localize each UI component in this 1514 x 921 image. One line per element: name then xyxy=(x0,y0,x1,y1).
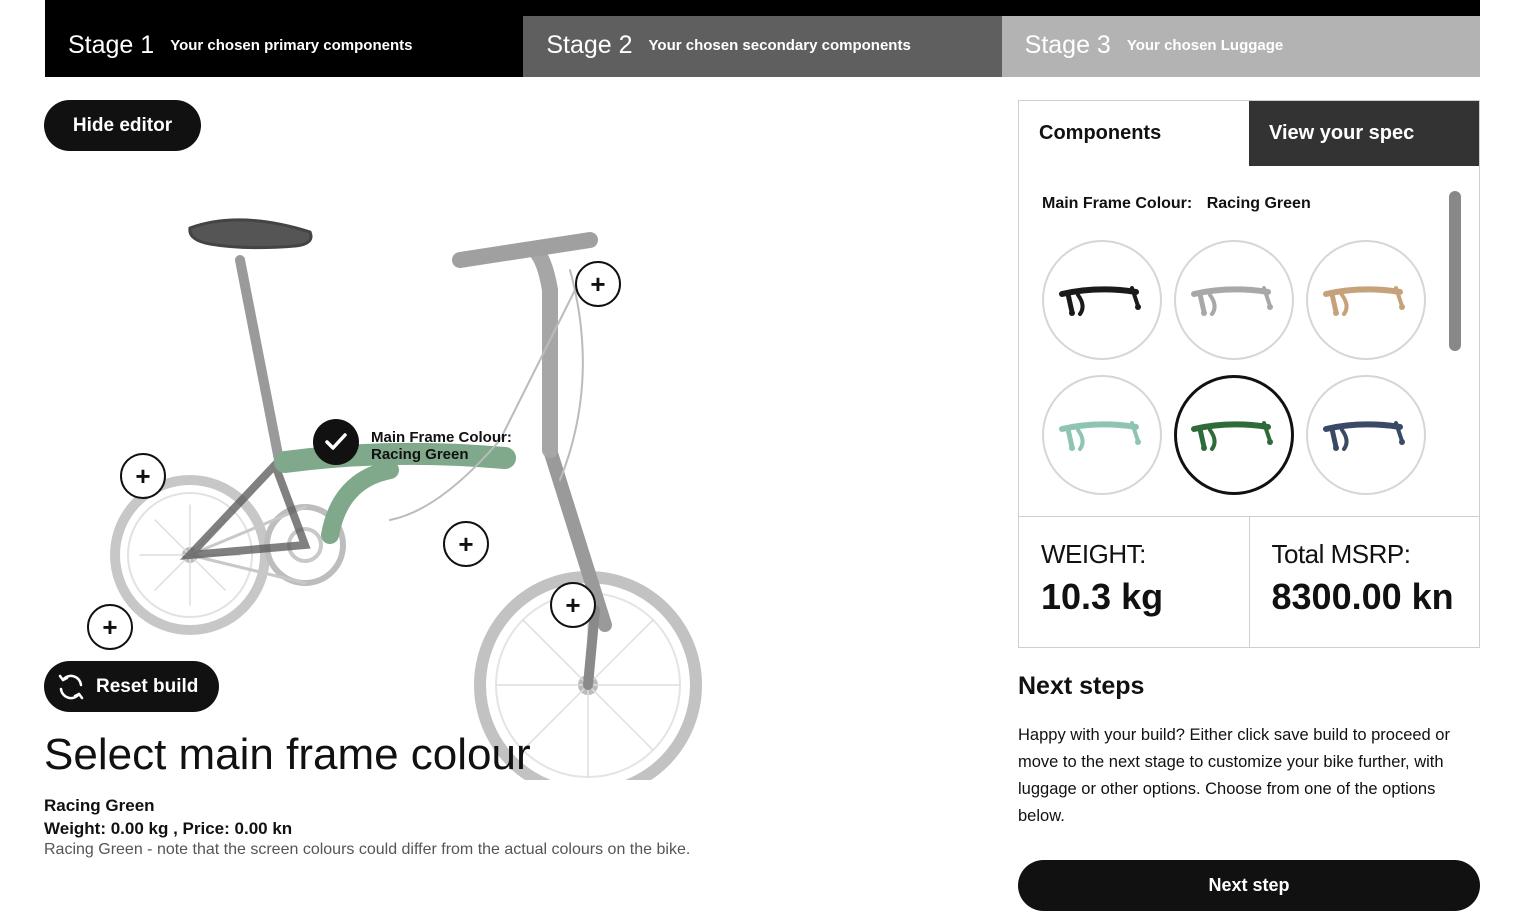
component-label-value: Racing Green xyxy=(1206,195,1311,212)
frame-colour-swatch[interactable] xyxy=(1306,240,1426,360)
frame-colour-label-title: Main Frame Colour: xyxy=(371,429,512,446)
hotspot-rear-wheel[interactable]: + xyxy=(87,604,133,650)
frame-colour-label: Main Frame Colour: Racing Green xyxy=(371,429,512,463)
frame-colour-swatch[interactable] xyxy=(1174,375,1294,495)
component-options: Main Frame Colour: Racing Green xyxy=(1019,166,1479,517)
frame-thumbnail-icon xyxy=(1059,286,1141,316)
frame-colour-swatch[interactable] xyxy=(1306,375,1426,495)
selection-title: Select main frame colour xyxy=(44,730,531,779)
hotspot-handlebar[interactable]: + xyxy=(575,261,621,307)
weight-label: WEIGHT: xyxy=(1041,539,1146,569)
frame-colour-swatch[interactable] xyxy=(1042,375,1162,495)
msrp-stat: Total MSRP: 8300.00 kn xyxy=(1248,517,1480,648)
hide-editor-button[interactable]: Hide editor xyxy=(44,100,201,151)
next-step-button[interactable]: Next step xyxy=(1018,860,1480,911)
panel-tabs: Components View your spec xyxy=(1019,101,1479,166)
weight-value: 10.3 kg xyxy=(1041,576,1164,617)
frame-thumbnail-icon xyxy=(1323,286,1405,316)
frame-colour-swatch[interactable] xyxy=(1042,240,1162,360)
reset-build-button[interactable]: Reset build xyxy=(44,661,219,712)
selection-weight-price: Weight: 0.00 kg , Price: 0.00 kn xyxy=(44,819,293,838)
msrp-value: 8300.00 kn xyxy=(1271,576,1454,617)
hotspot-saddle-area[interactable]: + xyxy=(120,453,166,499)
frame-colour-label-value: Racing Green xyxy=(371,446,469,463)
stage-number: Stage 2 xyxy=(546,31,633,59)
component-label: Main Frame Colour: Racing Green xyxy=(1042,195,1311,213)
stage-number: Stage 1 xyxy=(68,31,155,59)
stage-description: Your chosen primary components xyxy=(170,37,413,54)
component-label-title: Main Frame Colour: xyxy=(1042,195,1193,212)
stage-description: Your chosen Luggage xyxy=(1126,37,1284,54)
stage-bar: Stage 1 Your chosen primary components S… xyxy=(45,0,1480,77)
reset-build-label: Reset build xyxy=(96,675,199,697)
build-stats: WEIGHT: 10.3 kg Total MSRP: 8300.00 kn xyxy=(1019,517,1479,648)
selection-note: Racing Green - note that the screen colo… xyxy=(44,841,691,858)
msrp-label: Total MSRP: xyxy=(1271,539,1411,569)
frame-thumbnail-icon xyxy=(1191,421,1273,451)
stage-number: Stage 3 xyxy=(1024,31,1111,59)
options-scrollbar[interactable] xyxy=(1449,191,1461,351)
next-steps-title: Next steps xyxy=(1018,672,1145,700)
stage-bar-top-line xyxy=(45,0,1480,16)
next-steps-text: Happy with your build? Either click save… xyxy=(1018,726,1450,825)
refresh-icon xyxy=(58,674,84,699)
frame-thumbnail-icon xyxy=(1191,286,1273,316)
selection-name: Racing Green xyxy=(44,796,155,815)
frame-colour-swatch[interactable] xyxy=(1174,240,1294,360)
selected-hotspot-check-icon[interactable] xyxy=(313,419,359,465)
stage-description: Your chosen secondary components xyxy=(648,37,911,54)
weight-stat: WEIGHT: 10.3 kg xyxy=(1019,517,1249,648)
frame-thumbnail-icon xyxy=(1323,421,1405,451)
hotspot-front-wheel[interactable]: + xyxy=(550,582,596,628)
tab-components[interactable]: Components xyxy=(1019,101,1249,166)
frame-thumbnail-icon xyxy=(1059,421,1141,451)
tab-view-your-spec[interactable]: View your spec xyxy=(1249,101,1479,166)
hotspot-cables[interactable]: + xyxy=(443,521,489,567)
components-panel: Components View your spec Main Frame Col… xyxy=(1018,100,1480,648)
